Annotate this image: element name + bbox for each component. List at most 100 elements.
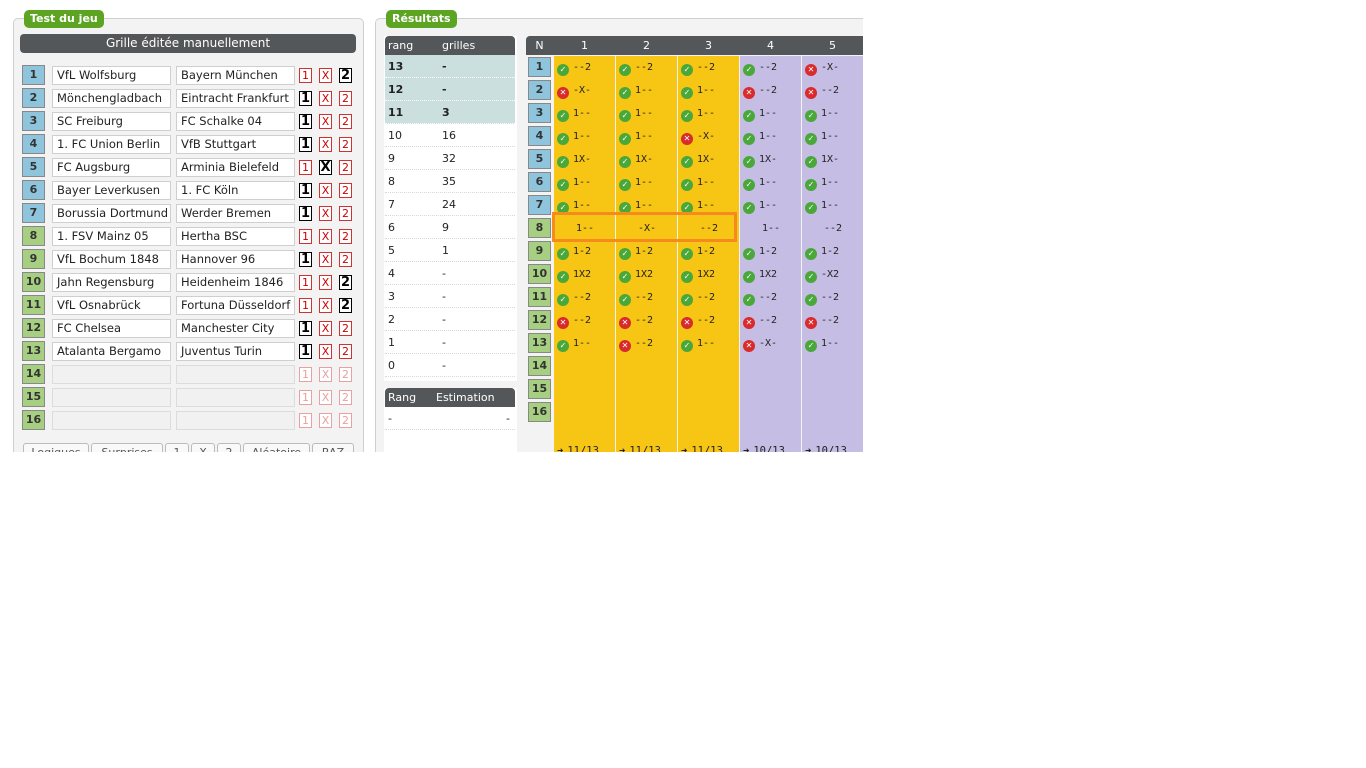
pick-2-checkbox[interactable]: 2 (339, 229, 352, 244)
pick-1-checkbox[interactable]: 1 (299, 367, 312, 382)
away-team-field[interactable]: 1. FC Köln (176, 181, 295, 200)
pick-x-checkbox[interactable]: X (319, 160, 332, 175)
pick-x-checkbox[interactable]: X (319, 68, 332, 83)
pick-2-checkbox[interactable]: 2 (339, 206, 352, 221)
away-team-field[interactable]: Hannover 96 (176, 250, 295, 269)
pick-1-checkbox[interactable]: 1 (299, 68, 312, 83)
pick-x-checkbox[interactable]: X (319, 321, 332, 336)
away-team-field[interactable]: VfB Stuttgart (176, 135, 295, 154)
pick-2-checkbox[interactable]: 2 (339, 114, 352, 129)
home-team-field[interactable]: 1. FC Union Berlin (52, 135, 171, 154)
pick-2-checkbox[interactable]: 2 (339, 321, 352, 336)
pick-1-checkbox[interactable]: 1 (299, 321, 312, 336)
pick-2-checkbox[interactable]: 2 (339, 275, 352, 290)
pick-x-checkbox[interactable]: X (319, 275, 332, 290)
pick-x-checkbox[interactable]: X (319, 229, 332, 244)
results-panel: rang grilles 13-12-11 3 10 16 9 32 8 35 7 24 6 9 5 1 4… (375, 18, 863, 452)
home-team-field[interactable] (52, 411, 171, 430)
bottom-button-5[interactable]: Aléatoire (243, 443, 310, 452)
pick-1-checkbox[interactable]: 1 (299, 390, 312, 405)
away-team-field[interactable] (176, 388, 295, 407)
away-team-field[interactable] (176, 365, 295, 384)
result-cell: ✕ --2 (619, 336, 653, 352)
bottom-button-3[interactable]: X (191, 443, 215, 452)
home-team-field[interactable]: VfL Bochum 1848 (52, 250, 171, 269)
pick-2-checkbox[interactable]: 2 (339, 298, 352, 313)
rank-row: 3- (385, 285, 515, 308)
result-total: ➜ 11/13 (557, 445, 599, 452)
home-team-field[interactable]: FC Chelsea (52, 319, 171, 338)
result-cell: ✓ 1X- (681, 152, 715, 168)
pick-x-checkbox[interactable]: X (319, 114, 332, 129)
pick-2-checkbox[interactable]: 2 (339, 252, 352, 267)
pick-2-checkbox[interactable]: 2 (339, 183, 352, 198)
pick-1-checkbox[interactable]: 1 (299, 252, 312, 267)
pick-x-checkbox[interactable]: X (319, 367, 332, 382)
match-number: 8 (22, 226, 45, 246)
away-team-field[interactable]: Fortuna Düsseldorf (176, 296, 295, 315)
pick-1-checkbox[interactable]: 1 (299, 413, 312, 428)
check-circle-icon: ✓ (743, 156, 755, 168)
pick-2-checkbox[interactable]: 2 (339, 91, 352, 106)
home-team-field[interactable]: VfL Osnabrück (52, 296, 171, 315)
home-team-field[interactable]: Mönchengladbach (52, 89, 171, 108)
pick-x-checkbox[interactable]: X (319, 298, 332, 313)
home-team-field[interactable]: FC Augsburg (52, 158, 171, 177)
pick-1-checkbox[interactable]: 1 (299, 298, 312, 313)
cross-circle-icon: ✕ (681, 133, 693, 145)
home-team-field[interactable]: Bayer Leverkusen (52, 181, 171, 200)
home-team-field[interactable]: 1. FSV Mainz 05 (52, 227, 171, 246)
pick-1-checkbox[interactable]: 1 (299, 137, 312, 152)
away-team-field[interactable]: Werder Bremen (176, 204, 295, 223)
pick-x-checkbox[interactable]: X (319, 390, 332, 405)
bottom-button-0[interactable]: Logiques (23, 443, 89, 452)
pick-1-checkbox[interactable]: 1 (299, 114, 312, 129)
away-team-field[interactable]: Eintracht Frankfurt (176, 89, 295, 108)
away-team-field[interactable] (176, 411, 295, 430)
bottom-button-6[interactable]: RAZ (312, 443, 354, 452)
pick-1-checkbox[interactable]: 1 (299, 91, 312, 106)
away-team-field[interactable]: FC Schalke 04 (176, 112, 295, 131)
pick-1-checkbox[interactable]: 1 (299, 160, 312, 175)
home-team-field[interactable]: Borussia Dortmund (52, 204, 171, 223)
pick-1-checkbox[interactable]: 1 (299, 183, 312, 198)
home-team-field[interactable]: Jahn Regensburg (52, 273, 171, 292)
pick-2-checkbox[interactable]: 2 (339, 137, 352, 152)
pick-1-checkbox[interactable]: 1 (299, 229, 312, 244)
pick-x-checkbox[interactable]: X (319, 183, 332, 198)
pick-2-checkbox[interactable]: 2 (339, 344, 352, 359)
bottom-button-2[interactable]: 1 (165, 443, 189, 452)
bottom-button-4[interactable]: 2 (217, 443, 241, 452)
home-team-field[interactable] (52, 388, 171, 407)
pick-2-checkbox[interactable]: 2 (339, 68, 352, 83)
pick-x-checkbox[interactable]: X (319, 413, 332, 428)
result-prediction: 1X2 (697, 269, 716, 280)
pick-x-checkbox[interactable]: X (319, 344, 332, 359)
pick-x-checkbox[interactable]: X (319, 137, 332, 152)
pick-1-checkbox[interactable]: 1 (299, 206, 312, 221)
away-team-field[interactable]: Manchester City (176, 319, 295, 338)
pick-x-checkbox[interactable]: X (319, 206, 332, 221)
arrow-right-icon: ➜ (619, 445, 626, 452)
pick-2-checkbox[interactable]: 2 (339, 160, 352, 175)
pick-1-checkbox[interactable]: 1 (299, 275, 312, 290)
away-team-field[interactable]: Hertha BSC (176, 227, 295, 246)
bottom-button-1[interactable]: Surprises (91, 443, 163, 452)
away-team-field[interactable]: Juventus Turin (176, 342, 295, 361)
away-team-field[interactable]: Arminia Bielefeld (176, 158, 295, 177)
home-team-field[interactable] (52, 365, 171, 384)
match-row: 6 Bayer Leverkusen 1. FC Köln 1 X 2 (14, 180, 363, 200)
away-team-field[interactable]: Heidenheim 1846 (176, 273, 295, 292)
pick-x-checkbox[interactable]: X (319, 252, 332, 267)
pick-1-checkbox[interactable]: 1 (299, 344, 312, 359)
home-team-field[interactable]: Atalanta Bergamo (52, 342, 171, 361)
cross-circle-icon: ✕ (557, 87, 569, 99)
pick-2-checkbox[interactable]: 2 (339, 367, 352, 382)
home-team-field[interactable]: SC Freiburg (52, 112, 171, 131)
pick-x-checkbox[interactable]: X (319, 91, 332, 106)
pick-2-checkbox[interactable]: 2 (339, 413, 352, 428)
pick-2-checkbox[interactable]: 2 (339, 390, 352, 405)
home-team-field[interactable]: VfL Wolfsburg (52, 66, 171, 85)
match-number: 11 (22, 295, 45, 315)
away-team-field[interactable]: Bayern München (176, 66, 295, 85)
